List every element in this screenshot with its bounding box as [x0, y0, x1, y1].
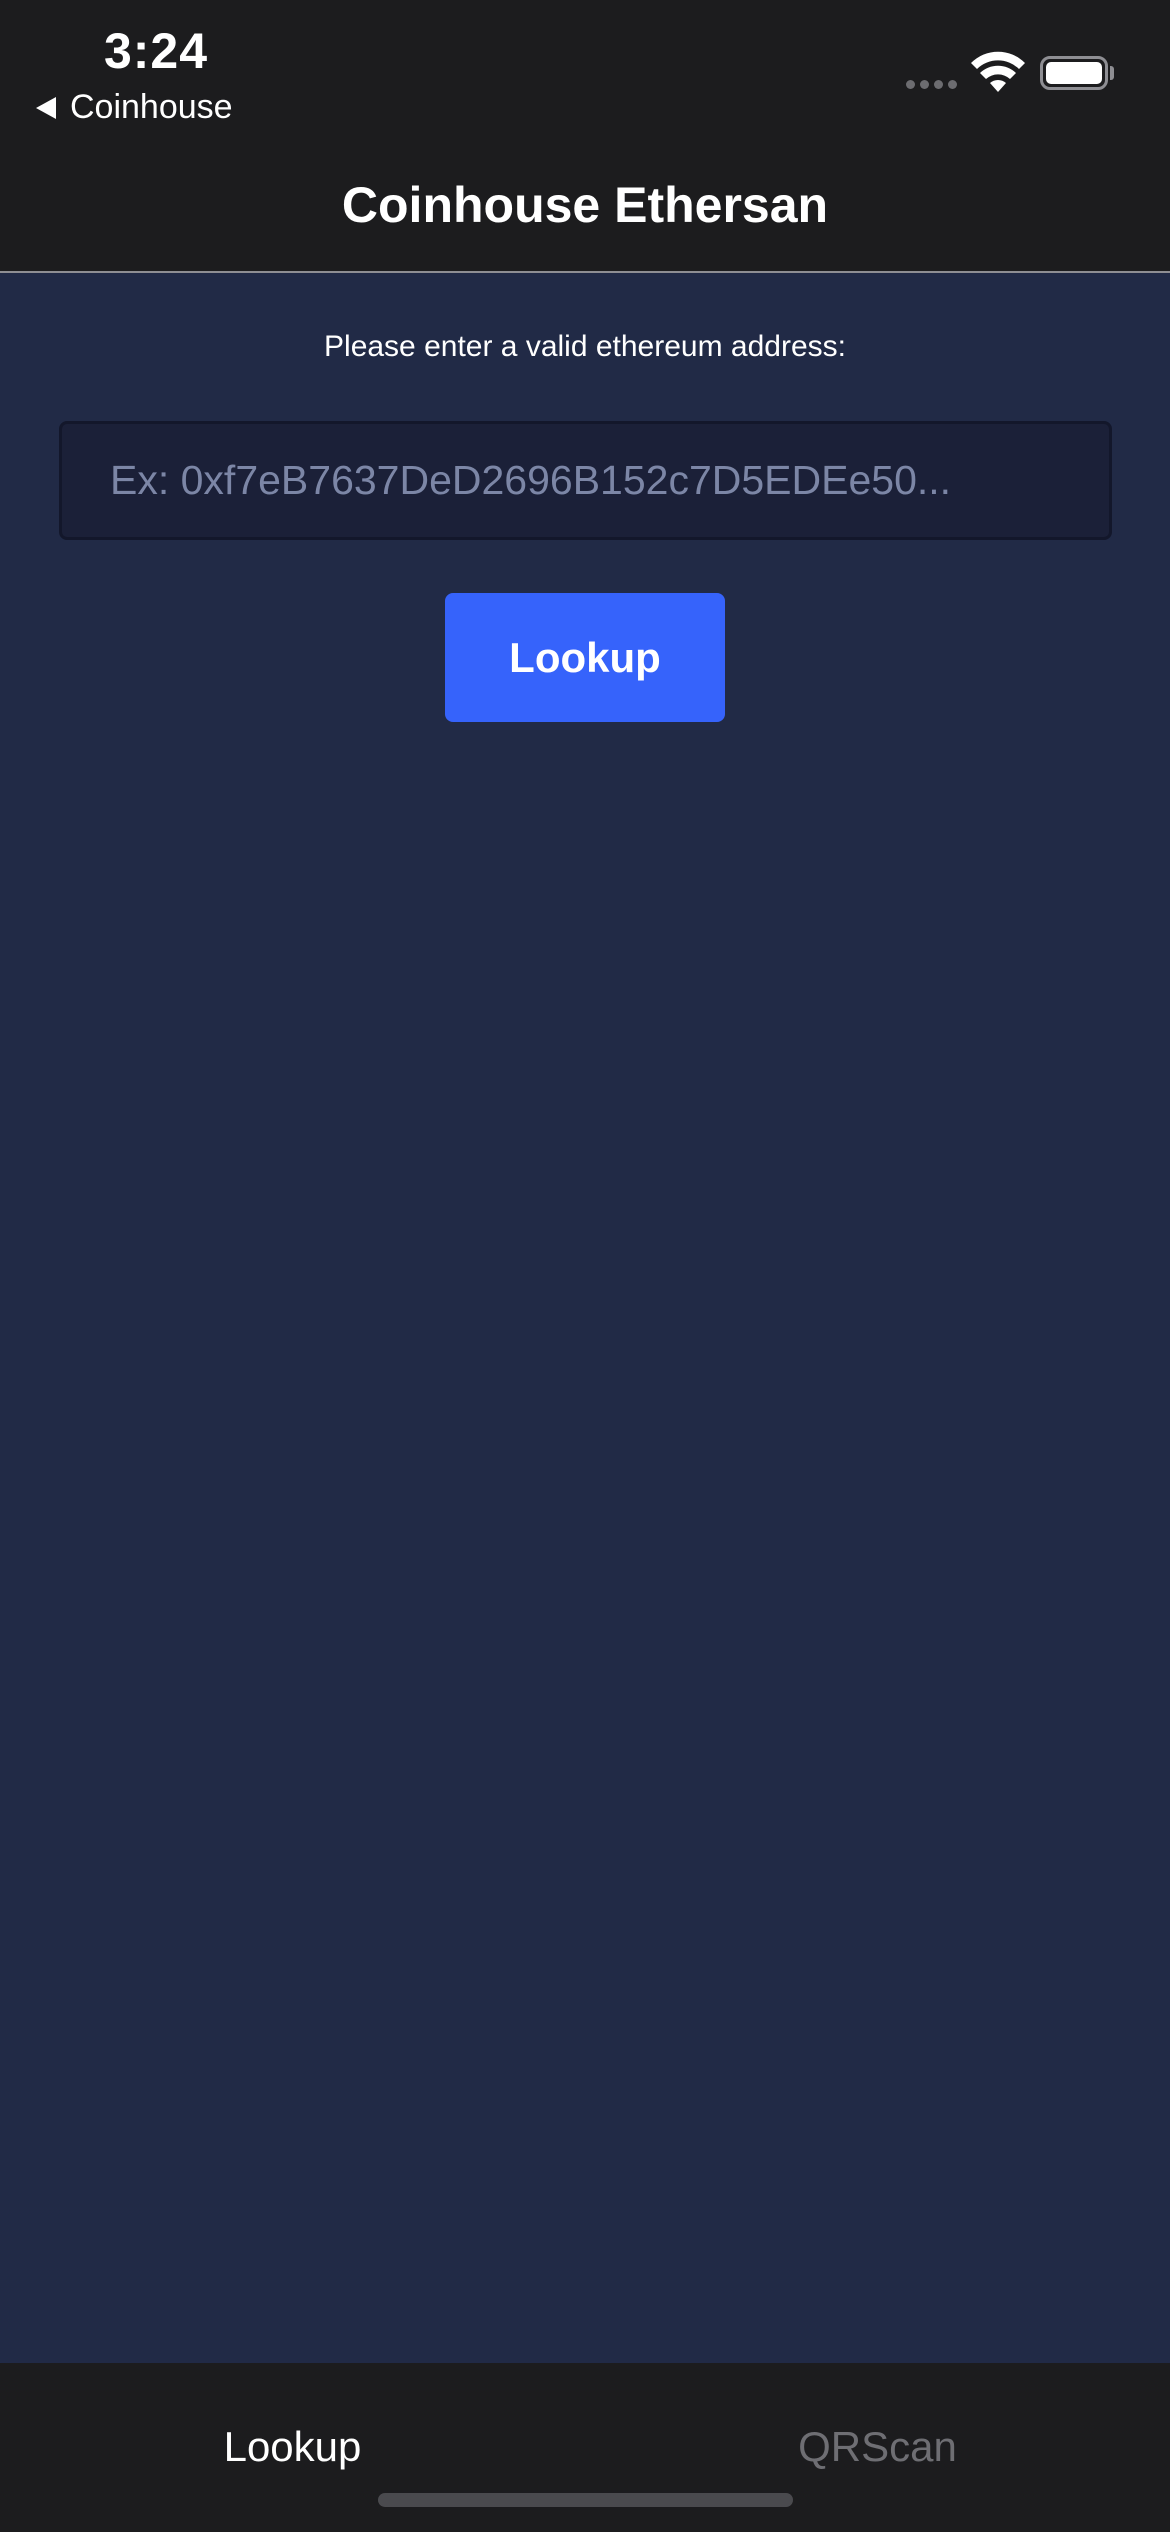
tab-qrscan[interactable]: QRScan [585, 2423, 1170, 2471]
back-arrow-icon [36, 96, 56, 119]
address-prompt: Please enter a valid ethereum address: [324, 330, 846, 363]
wifi-icon [971, 51, 1025, 92]
tab-lookup[interactable]: Lookup [0, 2423, 585, 2471]
back-to-app-button[interactable]: Coinhouse [36, 88, 233, 127]
back-app-label: Coinhouse [70, 88, 233, 126]
page-title: Coinhouse Ethersan [341, 177, 829, 233]
cellular-signal-icon [906, 80, 957, 89]
battery-icon [1040, 56, 1108, 90]
address-input[interactable] [59, 421, 1112, 540]
home-indicator [378, 2493, 793, 2507]
battery-tip [1110, 66, 1114, 80]
status-time: 3:24 [103, 23, 209, 79]
lookup-button[interactable]: Lookup [445, 593, 725, 722]
navigation-header: 3:24 Coinhouse Coinhouse Ethersan [0, 0, 1170, 273]
